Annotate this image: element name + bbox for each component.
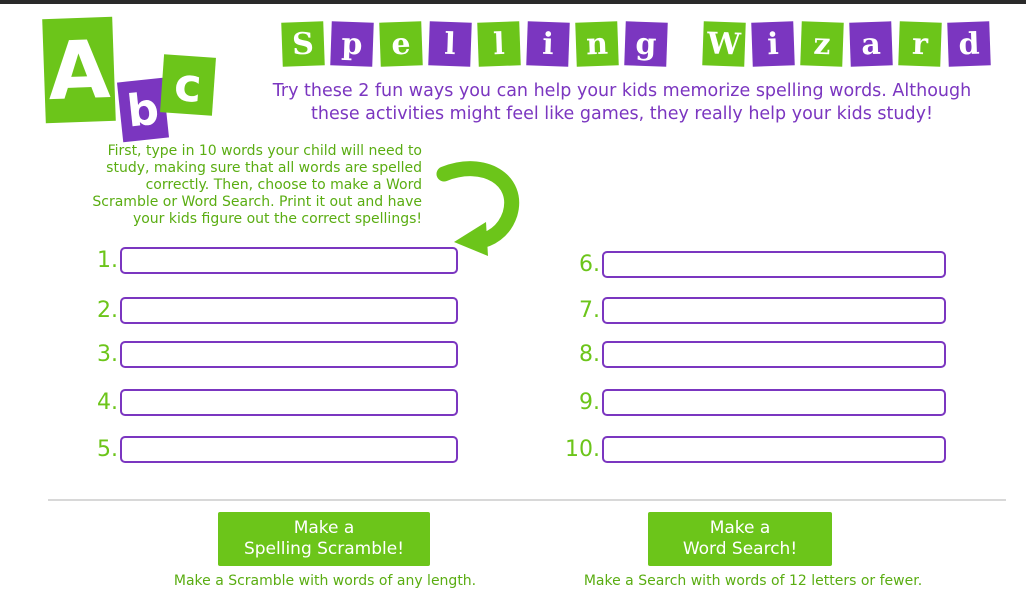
title-letter: W [702,21,746,67]
word-row: 10. [540,436,946,463]
word-row: 1. [58,247,458,274]
instructions-line: correctly. Then, choose to make a Word [145,177,422,193]
title-letter: g [624,21,668,67]
title-letter: a [849,21,893,67]
word-input-6[interactable] [602,251,946,278]
word-number: 9. [579,390,600,415]
divider [48,499,1006,501]
word-row: 4. [58,389,458,416]
word-row: 2. [58,297,458,324]
word-row: 3. [58,341,458,368]
word-input-7[interactable] [602,297,946,324]
word-number: 1. [97,248,118,273]
title-letter: p [330,21,374,67]
top-border [0,0,1026,4]
page-title: S p e l l i n g W i z a r d [281,21,991,67]
word-row: 6. [540,251,946,278]
title-letter: l [477,21,521,67]
title-letter: r [898,21,942,67]
search-note: Make a Search with words of 12 letters o… [583,573,923,589]
abc-logo: A b c [40,16,220,143]
word-number: 7. [579,298,600,323]
make-spelling-scramble-button[interactable]: Make a Spelling Scramble! [218,512,430,566]
button-label-line: Make a [293,518,355,538]
word-input-4[interactable] [120,389,458,416]
instructions-line: First, type in 10 words your child will … [107,143,422,159]
button-label-line: Spelling Scramble! [243,539,405,559]
title-letter: n [575,21,619,67]
word-number: 2. [97,298,118,323]
instructions-line: your kids figure out the correct spellin… [132,211,422,227]
word-number: 6. [579,252,600,277]
word-row: 7. [540,297,946,324]
button-label-line: Word Search! [682,539,798,559]
subtitle-line: Try these 2 fun ways you can help your k… [272,81,972,101]
word-input-9[interactable] [602,389,946,416]
instructions-line: Scramble or Word Search. Print it out an… [92,194,422,210]
word-input-2[interactable] [120,297,458,324]
title-letter: d [947,21,991,67]
title-letter: i [751,21,795,67]
scramble-note: Make a Scramble with words of any length… [173,573,477,589]
word-input-10[interactable] [602,436,946,463]
word-number: 4. [97,390,118,415]
word-number: 8. [579,342,600,367]
subtitle-line: these activities might feel like games, … [311,104,933,124]
word-row: 5. [58,436,458,463]
word-number: 3. [97,342,118,367]
instructions: First, type in 10 words your child will … [14,143,422,228]
title-letter: i [526,21,570,67]
curved-arrow-icon [436,161,520,256]
word-input-1[interactable] [120,247,458,274]
instructions-line: study, making sure that all words are sp… [106,160,422,176]
word-input-3[interactable] [120,341,458,368]
logo-tile-a: A [42,16,116,124]
title-letter: e [379,21,423,67]
title-letter: z [800,21,844,67]
word-row: 8. [540,341,946,368]
title-letter: S [281,21,325,67]
word-input-5[interactable] [120,436,458,463]
word-number: 5. [97,437,118,462]
logo-tile-c: c [160,54,216,116]
make-word-search-button[interactable]: Make a Word Search! [648,512,832,566]
word-row: 9. [540,389,946,416]
subtitle: Try these 2 fun ways you can help your k… [232,80,1012,126]
title-letter: l [428,21,472,67]
button-label-line: Make a [709,518,771,538]
word-input-8[interactable] [602,341,946,368]
word-number: 10. [565,437,600,462]
